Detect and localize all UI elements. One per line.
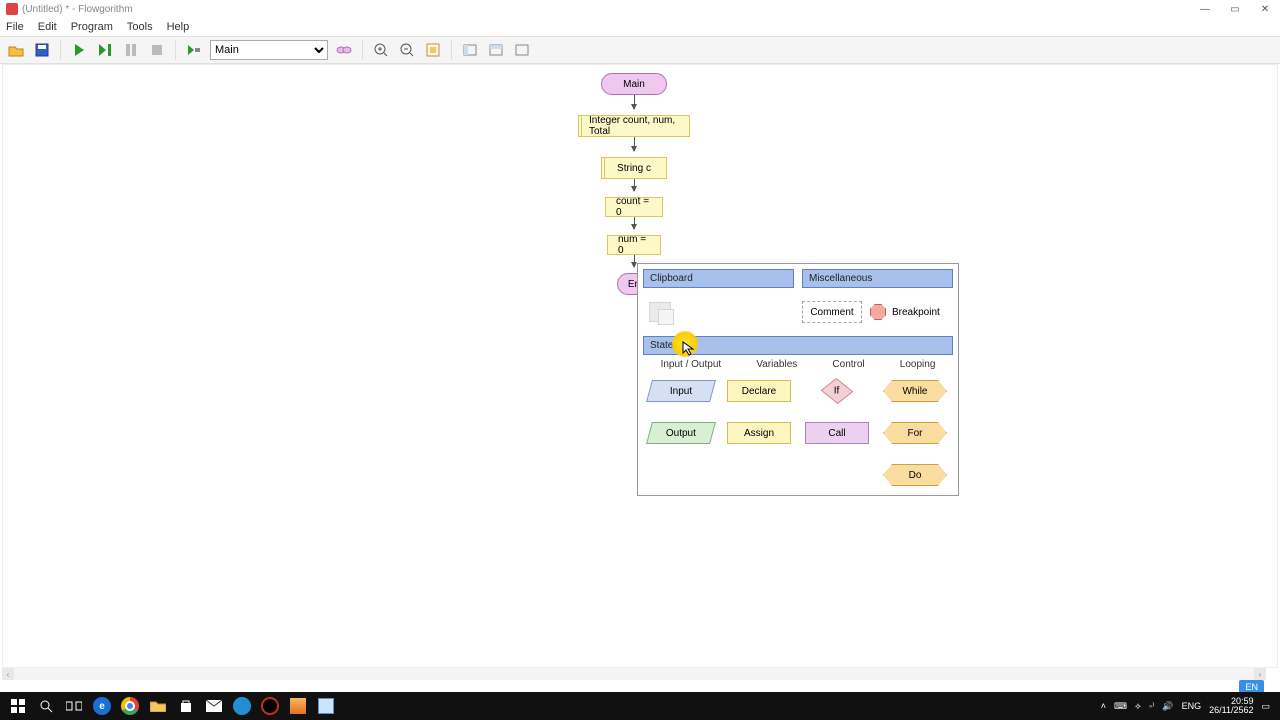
node-declare-1[interactable]: Integer count, num, Total xyxy=(578,115,690,137)
paste-icon xyxy=(649,302,671,322)
zoom-in-icon[interactable] xyxy=(371,40,391,60)
node-assign-2[interactable]: num = 0 xyxy=(607,235,661,255)
close-button[interactable]: ✕ xyxy=(1250,0,1280,18)
arrow xyxy=(634,255,635,267)
shape-while[interactable]: While xyxy=(883,380,947,402)
shape-for[interactable]: For xyxy=(883,422,947,444)
taskbar: e ˄ ⌨ ⟡ ◦⁾ 🔊 ENG 20:59 26/11/2562 ▭ xyxy=(0,692,1280,720)
menu-edit[interactable]: Edit xyxy=(38,21,57,33)
app-icon-2[interactable] xyxy=(284,695,312,717)
arrow xyxy=(634,95,635,109)
tray-clock[interactable]: 20:59 26/11/2562 xyxy=(1209,697,1253,716)
tray-input-icon[interactable]: ⌨ xyxy=(1114,701,1127,712)
search-icon[interactable] xyxy=(32,695,60,717)
flowgorithm-taskbar-icon[interactable] xyxy=(312,695,340,717)
zoom-fit-icon[interactable] xyxy=(423,40,443,60)
layout1-icon[interactable] xyxy=(460,40,480,60)
toolbar: Main xyxy=(0,36,1280,64)
menu-file[interactable]: File xyxy=(6,21,24,33)
minimize-button[interactable]: — xyxy=(1190,0,1220,18)
tray-lang[interactable]: ENG xyxy=(1182,701,1202,711)
arrow xyxy=(634,179,635,191)
shape-declare[interactable]: Declare xyxy=(727,380,791,402)
zoom-out-icon[interactable] xyxy=(397,40,417,60)
task-view-icon[interactable] xyxy=(60,695,88,717)
save-icon[interactable] xyxy=(32,40,52,60)
function-select[interactable]: Main xyxy=(210,40,328,60)
shape-comment[interactable]: Comment xyxy=(802,301,862,323)
menu-tools[interactable]: Tools xyxy=(127,21,153,33)
menu-program[interactable]: Program xyxy=(71,21,113,33)
run-icon[interactable] xyxy=(69,40,89,60)
window-controls: — ▭ ✕ xyxy=(1190,0,1280,18)
cursor-highlight xyxy=(672,331,698,357)
scroll-right-icon[interactable]: › xyxy=(1254,668,1266,680)
app-icon xyxy=(6,3,18,15)
functions-icon[interactable] xyxy=(334,40,354,60)
arrow xyxy=(634,137,635,151)
section-misc: Miscellaneous xyxy=(802,269,953,288)
tray-volume-icon[interactable]: 🔊 xyxy=(1162,701,1173,712)
node-assign-1[interactable]: count = 0 xyxy=(605,197,663,217)
explorer-icon[interactable] xyxy=(144,695,172,717)
edge-icon[interactable]: e xyxy=(88,695,116,717)
column-headers: Input / Output Variables Control Looping xyxy=(643,359,953,370)
breakpoint-icon[interactable] xyxy=(870,304,886,320)
shape-do[interactable]: Do xyxy=(883,464,947,486)
shape-input[interactable]: Input xyxy=(646,380,716,402)
app-icon-1[interactable] xyxy=(228,695,256,717)
insert-shape-popup: Clipboard Miscellaneous Comment Breakpoi… xyxy=(637,263,959,496)
tray-network-icon[interactable]: ⟡ xyxy=(1135,701,1141,712)
menu-bar: File Edit Program Tools Help xyxy=(0,18,1280,36)
record-icon[interactable] xyxy=(256,695,284,717)
open-icon[interactable] xyxy=(6,40,26,60)
node-main[interactable]: Main xyxy=(601,73,667,95)
shape-assign[interactable]: Assign xyxy=(727,422,791,444)
shape-call[interactable]: Call xyxy=(805,422,869,444)
section-clipboard: Clipboard xyxy=(643,269,794,288)
speed-icon[interactable] xyxy=(184,40,204,60)
chrome-icon[interactable] xyxy=(116,695,144,717)
layout2-icon[interactable] xyxy=(486,40,506,60)
arrow xyxy=(634,217,635,229)
flowchart-canvas[interactable]: Main Integer count, num, Total String c … xyxy=(2,64,1278,668)
system-tray: ˄ ⌨ ⟡ ◦⁾ 🔊 ENG 20:59 26/11/2562 ▭ xyxy=(1101,697,1276,716)
title-bar: (Untitled) * - Flowgorithm xyxy=(0,0,1280,18)
pause-icon[interactable] xyxy=(121,40,141,60)
breakpoint-label: Breakpoint xyxy=(892,307,940,318)
section-statement: Statement xyxy=(643,336,953,355)
step-icon[interactable] xyxy=(95,40,115,60)
maximize-button[interactable]: ▭ xyxy=(1220,0,1250,18)
menu-help[interactable]: Help xyxy=(167,21,190,33)
layout3-icon[interactable] xyxy=(512,40,532,60)
mail-icon[interactable] xyxy=(200,695,228,717)
tray-notifications-icon[interactable]: ▭ xyxy=(1261,701,1270,712)
node-declare-2[interactable]: String c xyxy=(601,157,667,179)
scroll-left-icon[interactable]: ‹ xyxy=(2,668,14,680)
start-button[interactable] xyxy=(4,695,32,717)
tray-chevron-icon[interactable]: ˄ xyxy=(1101,701,1106,711)
window-title: (Untitled) * - Flowgorithm xyxy=(22,4,133,15)
stop-icon[interactable] xyxy=(147,40,167,60)
tray-wifi-icon[interactable]: ◦⁾ xyxy=(1149,701,1154,712)
shape-output[interactable]: Output xyxy=(646,422,716,444)
shape-if[interactable]: If xyxy=(821,378,854,404)
h-scrollbar[interactable]: ‹ › xyxy=(2,668,1266,680)
store-icon[interactable] xyxy=(172,695,200,717)
